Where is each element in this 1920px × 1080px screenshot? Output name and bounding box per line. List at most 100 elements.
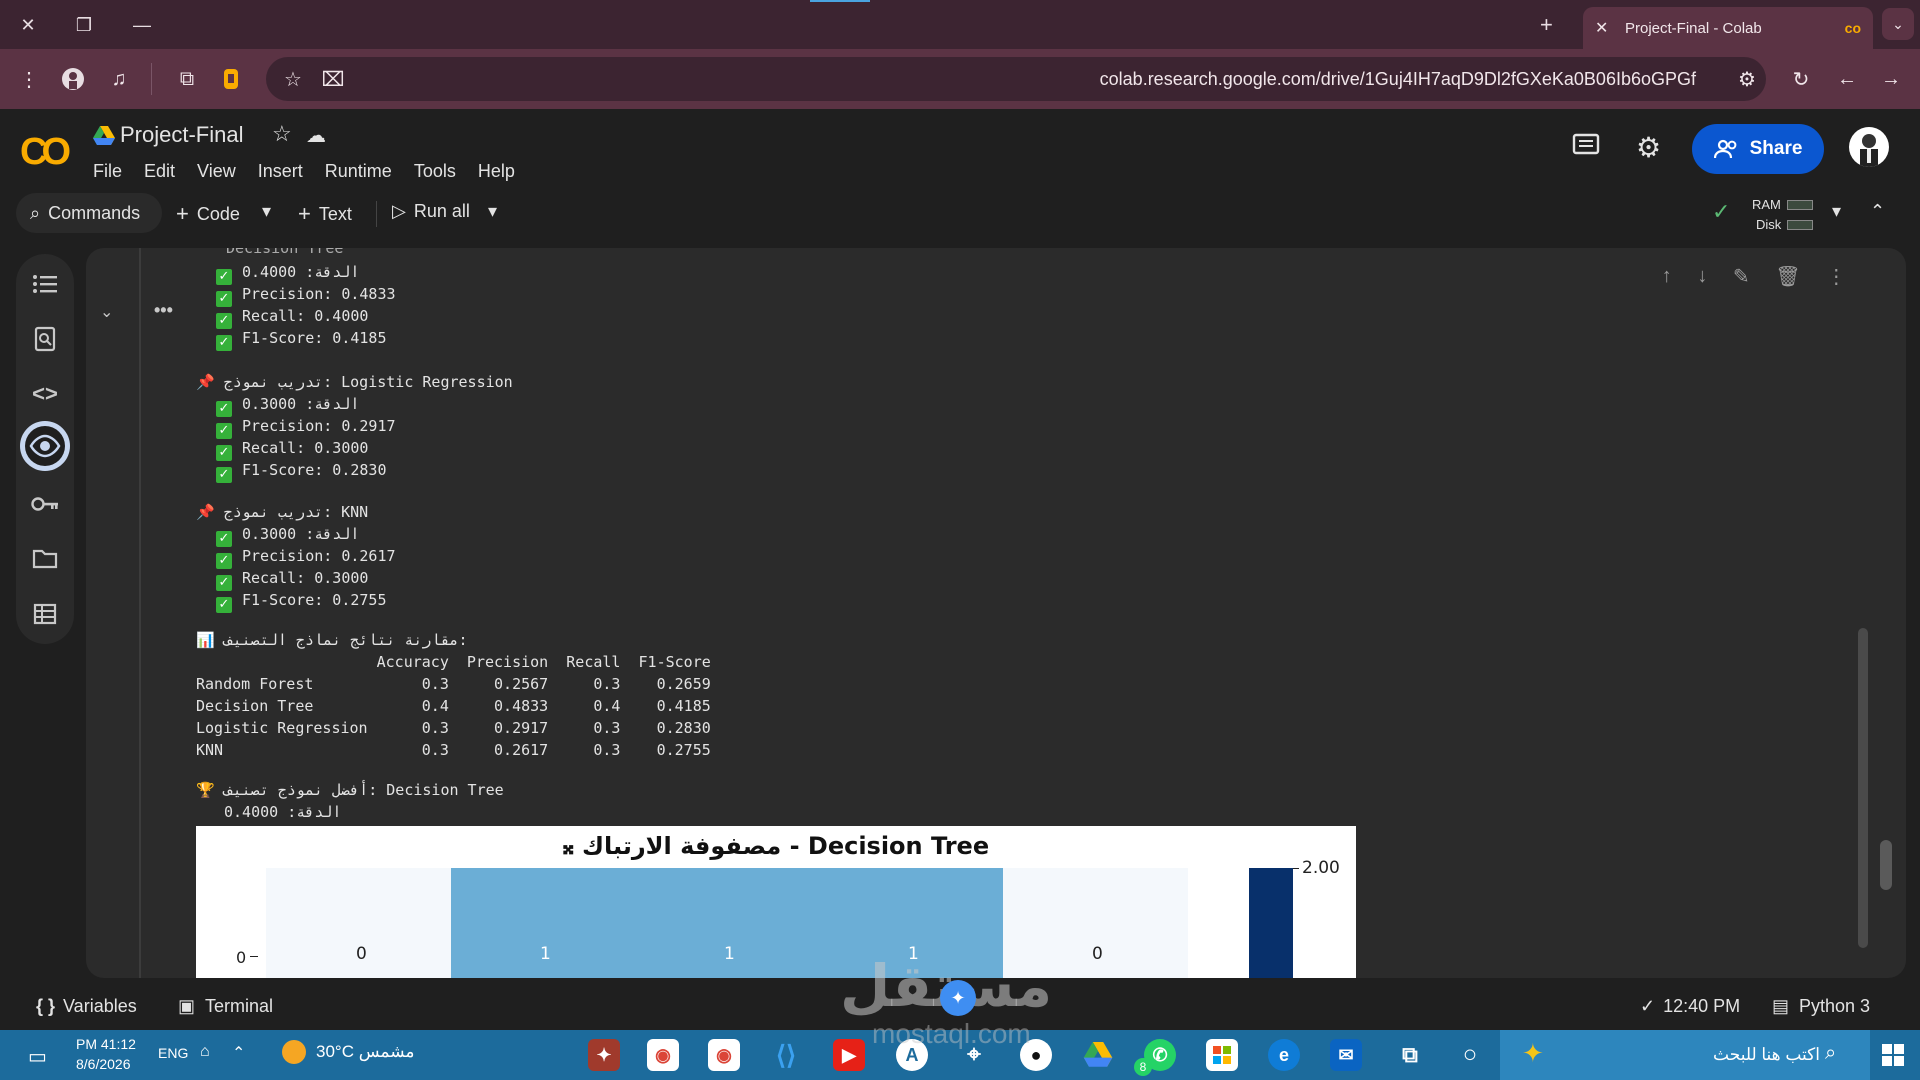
taskbar-search[interactable]: اكتب هنا للبحث ⌕ ✦	[1500, 1030, 1870, 1080]
menu-view[interactable]: View	[197, 161, 236, 182]
mail-icon[interactable]: ✉	[1330, 1039, 1362, 1071]
browser-menu-icon[interactable]: ⋮	[14, 64, 44, 94]
collapse-header-icon[interactable]: ⌃	[1870, 201, 1885, 222]
youtube-icon[interactable]: ▶	[833, 1039, 865, 1071]
language-indicator[interactable]: ENG	[158, 1045, 188, 1061]
microsoft-store-icon[interactable]	[1206, 1039, 1238, 1071]
code-dropdown-icon[interactable]: ▾	[262, 201, 271, 222]
terminal-button[interactable]: ▣ Terminal	[178, 996, 273, 1017]
close-window-icon[interactable]: ✕	[10, 10, 46, 40]
browser-toolbar: ⋮ ♫ ⧉ colab.research.google.com/drive/1G…	[0, 49, 1920, 109]
checkmark-icon: ✓	[216, 553, 232, 569]
edge-icon[interactable]: e	[1268, 1039, 1300, 1071]
menu-runtime[interactable]: Runtime	[325, 161, 392, 182]
site-settings-icon[interactable]: ⚙	[1732, 64, 1762, 94]
edit-pencil-icon[interactable]: ✎	[1733, 264, 1750, 289]
variables-button[interactable]: { } Variables	[36, 996, 137, 1017]
notebook-action-bar: ⌕ Commands + Code ▾ + Text ▷ Run all ▾ ✓ RA…	[0, 189, 1920, 239]
commands-button[interactable]: ⌕ Commands	[16, 193, 162, 233]
best-model-accuracy: 0.4000 :الدقة	[224, 803, 342, 821]
colorbar-tick-label: 2.00	[1302, 858, 1340, 878]
reload-icon[interactable]: ↻	[1786, 64, 1816, 94]
tab-indicator	[810, 0, 870, 2]
extensions-icon[interactable]: ⧉	[172, 64, 202, 94]
resource-monitor[interactable]: RAM Disk	[1752, 195, 1814, 235]
data-table-icon[interactable]	[16, 592, 74, 636]
chrome-icon[interactable]: ◉	[708, 1039, 740, 1071]
watermark-url: mostaql.com	[872, 1018, 1031, 1049]
run-all-dropdown-icon[interactable]: ▾	[488, 201, 497, 222]
notifications-icon[interactable]: ▭	[28, 1044, 47, 1069]
profile-avatar-icon[interactable]	[58, 64, 88, 94]
menu-edit[interactable]: Edit	[144, 161, 175, 182]
notebook-title[interactable]: Project-Final	[120, 122, 243, 148]
settings-gear-icon[interactable]: ⚙	[1636, 131, 1661, 164]
vscode-icon[interactable]: ⟨⟩	[770, 1039, 802, 1071]
share-button[interactable]: Share	[1692, 124, 1824, 174]
close-tab-icon[interactable]: ✕	[1595, 18, 1619, 38]
output-scrollbar[interactable]	[1858, 628, 1868, 948]
files-folder-icon[interactable]	[16, 537, 74, 581]
app-icon-paint[interactable]: ✦	[588, 1039, 620, 1071]
address-bar[interactable]: colab.research.google.com/drive/1Guj4IH7…	[266, 57, 1766, 101]
user-avatar[interactable]	[1849, 127, 1889, 167]
tab-search-menu-icon[interactable]: ⌄	[1882, 8, 1914, 40]
windows-start-icon[interactable]	[1882, 1044, 1904, 1066]
collapse-output-icon[interactable]: ⌄	[100, 302, 113, 322]
add-code-button[interactable]: + Code	[176, 201, 240, 227]
code-snippets-icon[interactable]: <>	[16, 372, 74, 416]
move-down-icon[interactable]: ↓	[1697, 265, 1707, 288]
action-divider	[376, 201, 377, 227]
comments-icon[interactable]	[1572, 133, 1600, 159]
weather-text: 30°C مشمس	[316, 1042, 415, 1061]
output-actions-icon[interactable]: •••	[154, 300, 173, 321]
weather-widget[interactable]: 30°C مشمس	[282, 1040, 415, 1064]
cortana-icon[interactable]: ○	[1454, 1039, 1486, 1071]
bookmark-star-icon[interactable]: ☆	[278, 64, 308, 94]
copilot-sparkle-icon[interactable]: ✦	[1522, 1038, 1544, 1069]
task-view-icon[interactable]: ⧉	[1394, 1039, 1426, 1071]
table-header: Accuracy Precision Recall F1-Score	[196, 653, 711, 671]
translate-icon[interactable]: ⌧	[318, 64, 348, 94]
ram-meter	[1786, 200, 1813, 210]
extension-yellow-icon[interactable]	[216, 64, 246, 94]
network-icon[interactable]: ⌂	[200, 1043, 210, 1061]
tab-colab[interactable]: ✕ Project-Final - Colab co	[1583, 7, 1873, 49]
chrome-profile-icon[interactable]: ◉	[647, 1039, 679, 1071]
share-label: Share	[1749, 138, 1803, 159]
floating-assistant-icon[interactable]: ✦	[940, 980, 976, 1016]
run-all-button[interactable]: ▷ Run all	[392, 201, 470, 222]
menu-file[interactable]: File	[93, 161, 122, 182]
menu-insert[interactable]: Insert	[258, 161, 303, 182]
output-line: ✓ 0.4000 :الدقة	[216, 262, 359, 285]
resources-dropdown-icon[interactable]: ▾	[1832, 201, 1841, 222]
server-icon: ▤	[1772, 996, 1790, 1016]
colab-logo[interactable]: CO	[20, 131, 71, 174]
star-icon[interactable]: ☆	[272, 121, 292, 147]
back-icon[interactable]: ←	[1832, 64, 1862, 94]
menu-tools[interactable]: Tools	[414, 161, 456, 182]
address-bar-url: colab.research.google.com/drive/1Guj4IH7…	[1099, 68, 1696, 89]
execution-status[interactable]: ✓ 12:40 PM	[1640, 996, 1740, 1017]
forward-icon[interactable]: →	[1876, 64, 1906, 94]
table-of-contents-icon[interactable]	[16, 262, 74, 306]
add-text-button[interactable]: + Text	[298, 201, 352, 227]
minimize-window-icon[interactable]: —	[124, 10, 160, 40]
restore-window-icon[interactable]: ❐	[66, 10, 102, 40]
delete-trash-icon[interactable]: 🗑	[1775, 264, 1800, 289]
google-drive-icon[interactable]	[1082, 1039, 1114, 1071]
more-options-icon[interactable]: ⋮	[1826, 264, 1846, 289]
secrets-eye-icon[interactable]	[16, 421, 74, 471]
find-replace-icon[interactable]	[16, 317, 74, 361]
key-icon[interactable]	[16, 482, 74, 526]
clock[interactable]: PM 41:12 8/6/2026	[76, 1034, 136, 1074]
runtime-indicator[interactable]: ▤ Python 3	[1772, 996, 1870, 1017]
bar-chart-icon: 📊	[196, 631, 215, 649]
notebook-scrollbar[interactable]	[1880, 840, 1892, 890]
browser-tab-strip: ✕ ❐ — + ✕ Project-Final - Colab co ⌄	[0, 0, 1920, 49]
new-tab-button[interactable]: +	[1540, 12, 1553, 38]
media-controls-icon[interactable]: ♫	[104, 64, 134, 94]
menu-help[interactable]: Help	[478, 161, 515, 182]
tray-chevron-icon[interactable]: ⌃	[232, 1043, 245, 1063]
disk-label: Disk	[1756, 217, 1782, 232]
